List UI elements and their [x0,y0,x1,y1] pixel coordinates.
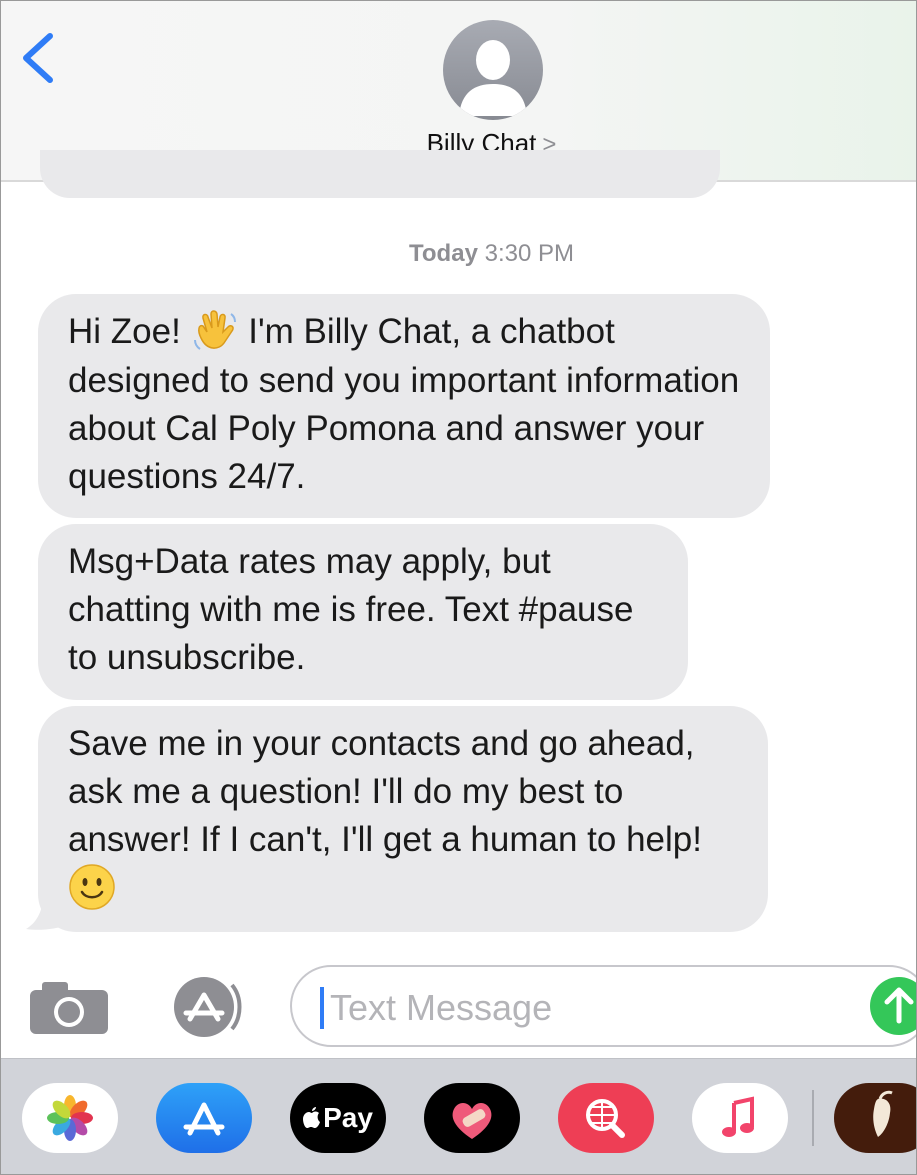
app-store-icon[interactable] [160,975,248,1039]
message-input[interactable]: Text Message [290,965,917,1047]
photos-flower-icon [47,1095,93,1141]
image-search-app-icon[interactable] [558,1083,654,1153]
app-store-app-icon[interactable] [156,1083,252,1153]
apple-logo-icon [303,1107,321,1128]
chevron-left-icon[interactable] [18,30,58,86]
message-timestamp: Today 3:30 PM [0,240,917,268]
pepper-icon [873,1090,893,1137]
pepper-app-icon[interactable] [834,1083,917,1153]
heart-stickers-app-icon[interactable] [424,1083,520,1153]
text-cursor [320,987,324,1029]
camera-icon[interactable] [28,980,110,1036]
apple-pay-app-icon[interactable]: Pay [290,1083,386,1153]
photos-app-icon[interactable] [22,1083,118,1153]
music-note-icon [722,1096,754,1137]
globe-search-icon [586,1099,625,1138]
timestamp-day: Today [409,240,478,267]
message-bubble[interactable]: Hi Zoe! I'm Billy Chat, a chatbot design… [38,294,770,518]
arrow-up-icon [884,987,914,1024]
smiling-face-emoji [69,864,115,910]
message-bubble[interactable]: Save me in your contacts and go ahead, a… [38,706,768,932]
message-text: Msg+Data rates may apply, but chatting w… [68,542,634,677]
message-text: Save me in your contacts and go ahead, a… [68,724,702,859]
music-app-icon[interactable] [692,1083,788,1153]
bubble-tail [26,895,68,930]
waving-hand-emoji [193,310,236,350]
message-bubble[interactable]: Msg+Data rates may apply, but chatting w… [38,524,688,700]
app-store-glyph-icon [183,1102,225,1136]
contact-avatar[interactable] [443,20,543,120]
apple-pay-label: Pay [290,1083,386,1153]
previous-message-bubble [40,150,720,198]
heart-icon [452,1103,492,1139]
message-input-placeholder: Text Message [330,987,553,1028]
message-text: Hi Zoe! [68,312,191,351]
drawer-divider [812,1090,814,1146]
apple-pay-text: Pay [323,1102,373,1133]
send-button[interactable] [870,977,917,1035]
timestamp-time: 3:30 PM [484,240,574,267]
person-silhouette-icon [459,40,527,116]
